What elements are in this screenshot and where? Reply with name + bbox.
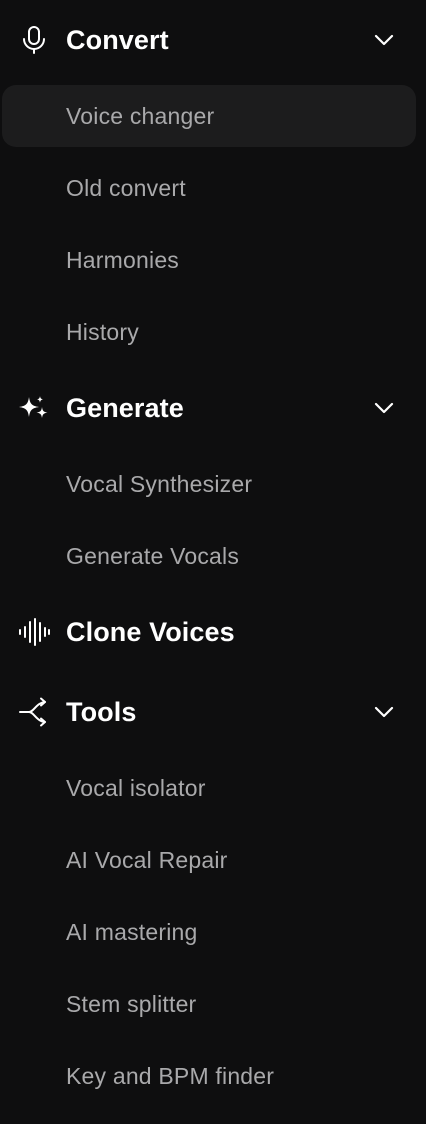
- nav-item-ai-vocal-repair[interactable]: AI Vocal Repair: [2, 829, 416, 891]
- nav-item-vocal-synthesizer[interactable]: Vocal Synthesizer: [2, 453, 416, 515]
- branch-arrow-icon: [18, 696, 50, 728]
- nav-item-label: History: [66, 318, 139, 345]
- nav-item-label: Vocal isolator: [66, 774, 206, 801]
- nav-item-old-convert[interactable]: Old convert: [2, 157, 416, 219]
- section-convert-label: Convert: [66, 24, 169, 55]
- nav-item-label: Key and BPM finder: [66, 1062, 275, 1089]
- nav-item-label: Generate Vocals: [66, 542, 240, 569]
- waveform-icon: [18, 616, 50, 648]
- nav-item-harmonies[interactable]: Harmonies: [2, 229, 416, 291]
- section-clone-voices-label: Clone Voices: [66, 616, 235, 647]
- nav-item-voice-changer[interactable]: Voice changer: [2, 85, 416, 147]
- nav-item-stem-splitter[interactable]: Stem splitter: [2, 973, 416, 1035]
- section-generate-header[interactable]: Generate: [0, 382, 426, 434]
- nav-item-label: Old convert: [66, 174, 186, 201]
- nav-item-generate-vocals[interactable]: Generate Vocals: [2, 525, 416, 587]
- sidebar-nav: Convert Voice changer Old convert Harmon…: [0, 0, 426, 1124]
- nav-item-label: AI mastering: [66, 918, 198, 945]
- nav-item-label: Harmonies: [66, 246, 180, 273]
- microphone-icon: [18, 24, 50, 56]
- nav-item-label: AI Vocal Repair: [66, 846, 228, 873]
- nav-item-vocal-isolator[interactable]: Vocal isolator: [2, 757, 416, 819]
- sparkles-icon: [18, 392, 50, 424]
- chevron-down-icon[interactable]: [370, 698, 398, 726]
- section-tools-header[interactable]: Tools: [0, 686, 426, 738]
- nav-item-history[interactable]: History: [2, 301, 416, 363]
- section-convert-header[interactable]: Convert: [0, 14, 426, 66]
- chevron-down-icon[interactable]: [370, 394, 398, 422]
- section-generate-label: Generate: [66, 392, 184, 423]
- nav-item-label: Vocal Synthesizer: [66, 470, 253, 497]
- section-clone-voices-header[interactable]: Clone Voices: [0, 606, 426, 658]
- nav-item-label: Voice changer: [66, 102, 215, 129]
- nav-item-ai-mastering[interactable]: AI mastering: [2, 901, 416, 963]
- chevron-down-icon[interactable]: [370, 26, 398, 54]
- nav-item-key-bpm-finder[interactable]: Key and BPM finder: [2, 1045, 416, 1107]
- nav-item-label: Stem splitter: [66, 990, 197, 1017]
- section-tools-label: Tools: [66, 696, 137, 727]
